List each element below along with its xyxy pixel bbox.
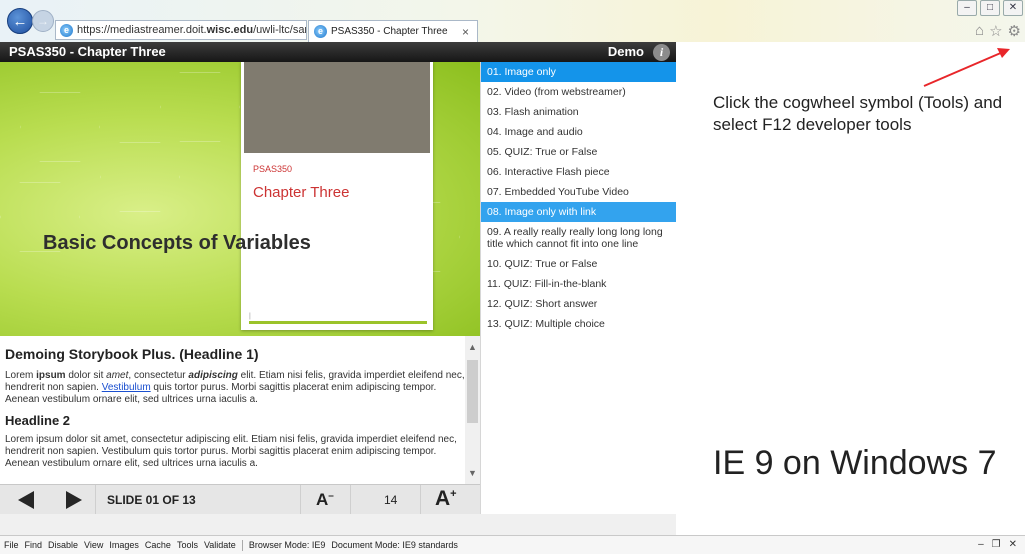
increase-font-button[interactable]: A+ <box>435 487 457 511</box>
slide-course: PSAS350 <box>253 164 293 174</box>
divider <box>95 485 96 515</box>
devtools-cache-menu[interactable]: Cache <box>145 540 171 550</box>
slide-menu-item[interactable]: 12. QUIZ: Short answer <box>481 294 676 314</box>
slide-chapter: Chapter Three <box>253 184 350 201</box>
page-blank-area <box>0 514 676 535</box>
headline-1: Demoing Storybook Plus. (Headline 1) <box>5 346 259 362</box>
hex-decoration <box>100 142 180 212</box>
slide-menu-item[interactable]: 03. Flash animation <box>481 102 676 122</box>
notes-text: Demoing Storybook Plus. (Headline 1) Lor… <box>0 336 465 484</box>
slide-area: PSAS350 Chapter Three | Basic Concepts o… <box>0 62 480 336</box>
annotation-note: Click the cogwheel symbol (Tools) and se… <box>713 93 1003 134</box>
devtools-images-menu[interactable]: Images <box>109 540 139 550</box>
scroll-up-icon[interactable]: ▲ <box>468 342 477 352</box>
slide-menu-item[interactable]: 11. QUIZ: Fill-in-the-blank <box>481 274 676 294</box>
devtools-tools-menu[interactable]: Tools <box>177 540 198 550</box>
slide-menu-item[interactable]: 04. Image and audio <box>481 122 676 142</box>
slide-heading: Basic Concepts of Variables <box>43 232 311 254</box>
devtools-undock-button[interactable]: ❐ <box>992 539 1001 550</box>
scroll-thumb[interactable] <box>467 360 478 423</box>
devtools-validate-menu[interactable]: Validate <box>204 540 236 550</box>
slide-menu: 01. Image only 02. Video (from webstreame… <box>480 62 676 514</box>
notes-scrollbar[interactable]: ▲ ▼ <box>465 336 480 484</box>
paragraph-2: Lorem ipsum dolor sit amet, consectetur … <box>5 434 457 469</box>
devtools-file-menu[interactable]: File <box>4 540 19 550</box>
headline-2: Headline 2 <box>5 413 71 428</box>
devtools-close-button[interactable]: ✕ <box>1009 539 1017 550</box>
devtools-disable-menu[interactable]: Disable <box>48 540 78 550</box>
decrease-font-button[interactable]: A– <box>316 490 334 510</box>
divider <box>420 485 421 515</box>
slide-card: PSAS350 Chapter Three | <box>241 62 433 330</box>
scroll-down-icon[interactable]: ▼ <box>468 468 477 478</box>
divider <box>300 485 301 515</box>
slide-menu-item[interactable]: 06. Interactive Flash piece <box>481 162 676 182</box>
previous-slide-button[interactable] <box>18 491 34 509</box>
slide-counter: SLIDE 01 OF 13 <box>107 493 196 507</box>
document-mode-menu[interactable]: Document Mode: IE9 standards <box>331 540 458 550</box>
divider <box>350 485 351 515</box>
screenshot-root: ← → e https://mediastreamer.doit.wisc.ed… <box>0 0 1025 554</box>
paragraph-1: Lorem ipsum dolor sit amet, consectetur … <box>5 370 465 405</box>
slide-footer-mark: | <box>249 313 251 320</box>
slide-menu-item[interactable]: 13. QUIZ: Multiple choice <box>481 314 676 334</box>
slide-divider <box>249 321 427 324</box>
slide-menu-item[interactable]: 09. A really really really long long lon… <box>481 222 676 254</box>
devtools-view-menu[interactable]: View <box>84 540 103 550</box>
devtools-find-menu[interactable]: Find <box>25 540 43 550</box>
notes-panel: Demoing Storybook Plus. (Headline 1) Lor… <box>0 336 480 484</box>
developer-tools-bar: File Find Disable View Images Cache Tool… <box>0 535 1025 554</box>
control-bar: SLIDE 01 OF 13 A– 14 A+ <box>0 484 480 515</box>
next-slide-button[interactable] <box>66 491 82 509</box>
annotation-arrow <box>923 48 1010 87</box>
font-size-value: 14 <box>384 493 398 507</box>
devtools-window-controls: – ❐ ✕ <box>978 539 1017 550</box>
slide-menu-item[interactable]: 05. QUIZ: True or False <box>481 142 676 162</box>
devtools-minimize-button[interactable]: – <box>978 539 984 550</box>
divider <box>241 539 243 551</box>
slide-menu-item[interactable]: 08. Image only with link <box>481 202 676 222</box>
slide-menu-item[interactable]: 10. QUIZ: True or False <box>481 254 676 274</box>
slide-menu-item[interactable]: 07. Embedded YouTube Video <box>481 182 676 202</box>
vestibulum-link[interactable]: Vestibulum <box>102 382 151 393</box>
browser-mode-menu[interactable]: Browser Mode: IE9 <box>249 540 326 550</box>
annotation-caption: IE 9 on Windows 7 <box>713 444 997 482</box>
hex-decoration <box>20 92 100 162</box>
